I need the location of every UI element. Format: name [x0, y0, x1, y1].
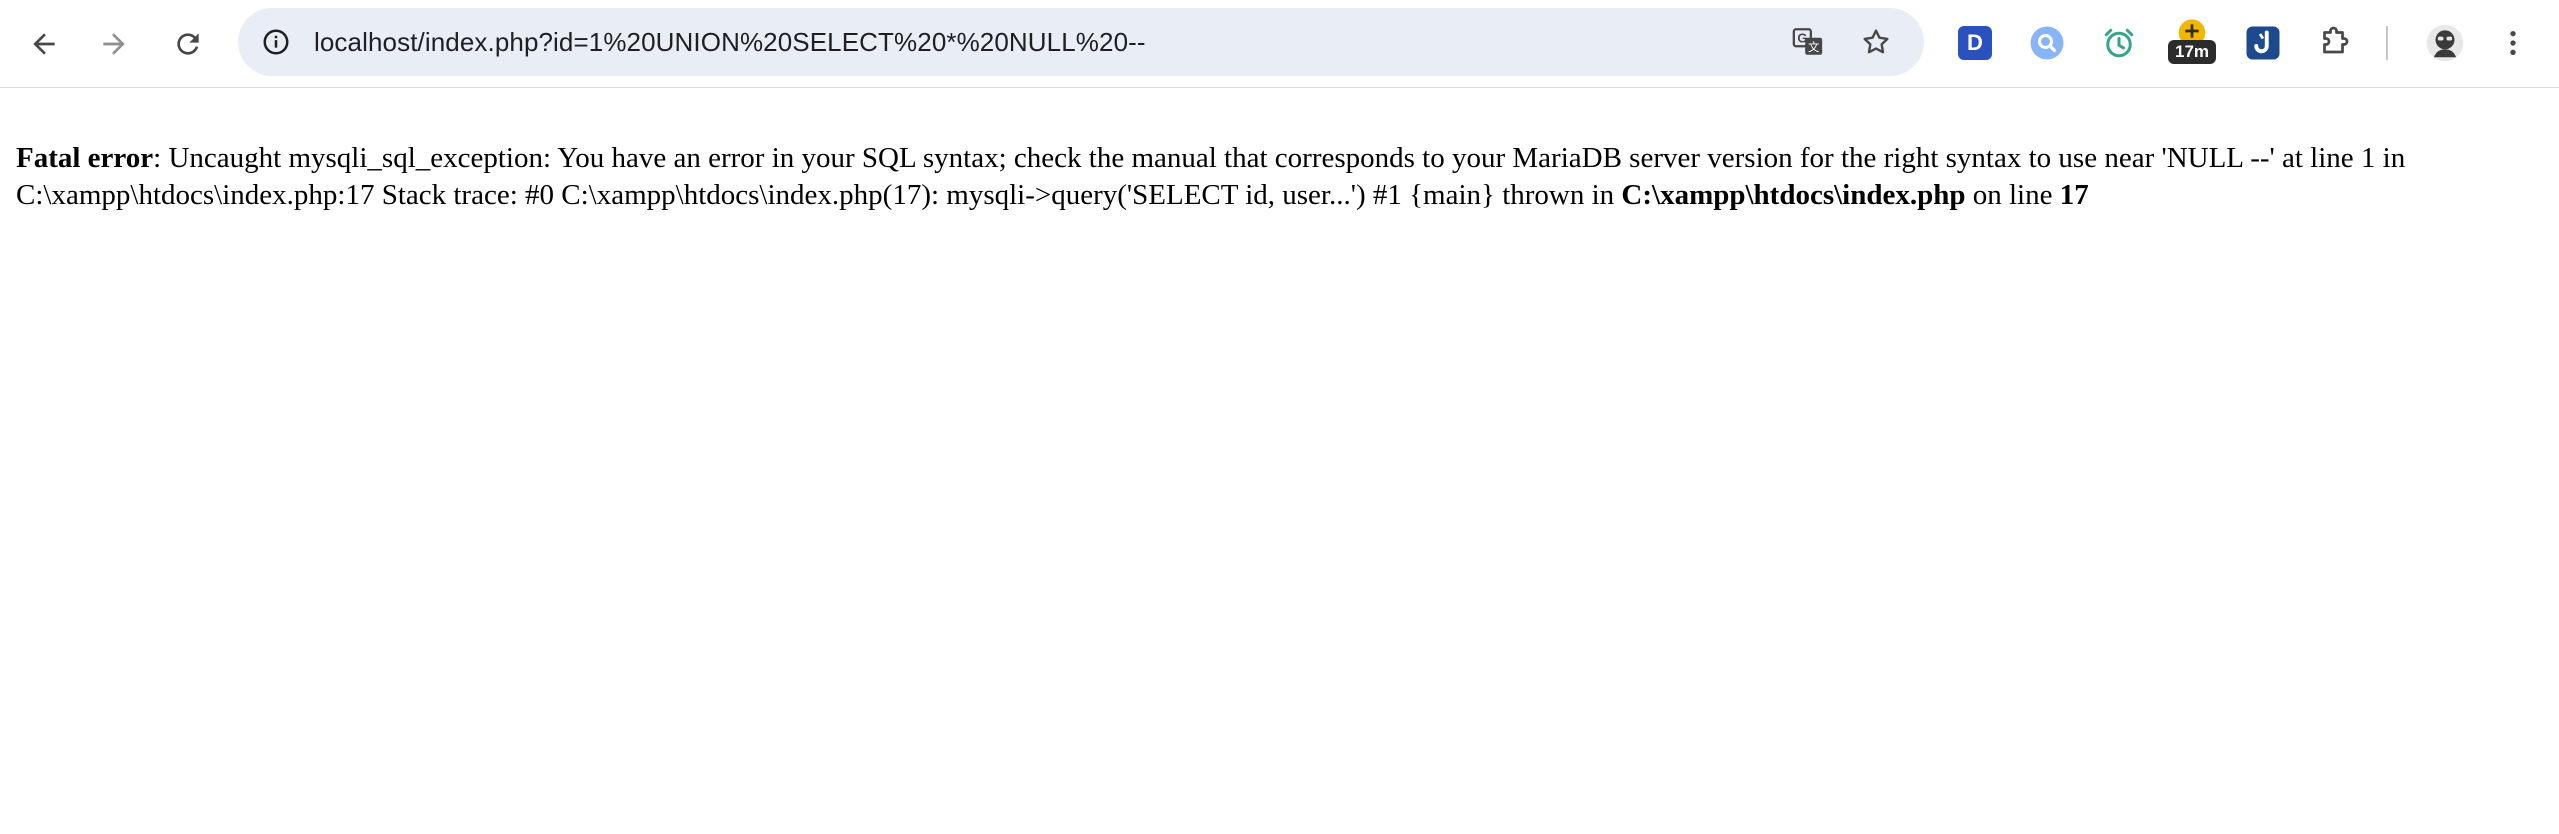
svg-text:文: 文 — [1808, 40, 1819, 54]
php-error-message: Fatal error: Uncaught mysqli_sql_excepti… — [16, 140, 2546, 214]
error-line: 17 — [2059, 179, 2089, 211]
profile-button[interactable] — [2420, 18, 2470, 68]
star-icon — [1863, 29, 1889, 54]
d-extension-icon: D — [1958, 26, 1992, 60]
search-extension-icon — [2030, 26, 2064, 60]
extension-j-button[interactable] — [2238, 18, 2288, 68]
site-info-button[interactable] — [252, 18, 300, 66]
back-arrow-icon — [33, 33, 55, 55]
browser-toolbar: localhost/index.php?id=1%20UNION%20SELEC… — [0, 0, 2559, 88]
forward-button[interactable] — [84, 14, 144, 74]
reload-button[interactable] — [158, 14, 218, 74]
url-text[interactable]: localhost/index.php?id=1%20UNION%20SELEC… — [314, 8, 1146, 76]
extensions-button[interactable] — [2310, 18, 2360, 68]
kebab-menu-icon — [2510, 31, 2516, 55]
alarm-extension-icon — [2104, 28, 2134, 58]
info-icon — [263, 29, 289, 55]
error-label: Fatal error — [16, 142, 154, 174]
j-extension-icon — [2246, 26, 2280, 60]
extension-search-button[interactable] — [2022, 18, 2072, 68]
error-file: C:\xampp\htdocs\index.php — [1621, 179, 1966, 211]
extension-d-button[interactable]: D — [1950, 18, 2000, 68]
forward-arrow-icon — [103, 33, 125, 55]
browser-menu-button[interactable] — [2488, 18, 2538, 68]
on-line-text: on line — [1965, 179, 2060, 211]
translate-icon: G 文 — [1792, 28, 1823, 55]
translate-button[interactable]: G 文 — [1784, 18, 1832, 66]
back-button[interactable] — [14, 14, 74, 74]
address-bar[interactable]: localhost/index.php?id=1%20UNION%20SELEC… — [238, 8, 1924, 76]
extension-timer-button[interactable]: 17m — [2166, 16, 2216, 72]
reload-icon — [177, 33, 199, 55]
puzzle-icon — [2323, 26, 2349, 54]
toolbar-divider — [2386, 26, 2388, 60]
bookmark-button[interactable] — [1852, 18, 1900, 66]
avatar — [2426, 24, 2464, 62]
timer-badge: 17m — [2168, 40, 2216, 64]
extension-alarm-button[interactable] — [2094, 18, 2144, 68]
